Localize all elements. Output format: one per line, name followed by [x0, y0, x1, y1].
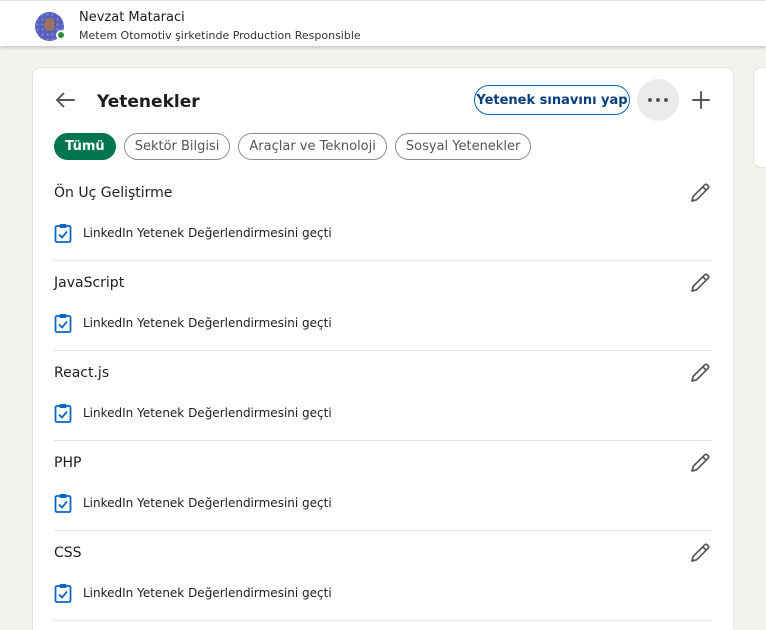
skills-card: Yetenekler Yetenek sınavını yap Tümü Sek… — [32, 67, 734, 630]
assessment-passed-label: LinkedIn Yetenek Değerlendirmesini geçti — [83, 586, 332, 600]
filter-chips: Tümü Sektör Bilgisi Araçlar ve Teknoloji… — [54, 133, 539, 160]
more-options-button[interactable] — [637, 79, 679, 121]
assessment-badge: LinkedIn Yetenek Değerlendirmesini geçti — [54, 583, 332, 603]
ellipsis-icon — [648, 98, 652, 102]
clipboard-check-icon — [54, 584, 72, 603]
assessment-badge: LinkedIn Yetenek Değerlendirmesini geçti — [54, 223, 332, 243]
back-arrow-icon[interactable] — [53, 88, 77, 112]
skill-item: Ön Uç Geliştirme LinkedIn Yetenek Değerl… — [54, 171, 712, 261]
skill-item: React.js LinkedIn Yetenek Değerlendirmes… — [54, 351, 712, 441]
skill-item: PHP LinkedIn Yetenek Değerlendirmesini g… — [54, 441, 712, 531]
user-name[interactable]: Nevzat Mataraci — [79, 10, 185, 25]
skill-item: JavaScript LinkedIn Yetenek Değerlendirm… — [54, 261, 712, 351]
user-headline: Metem Otomotiv şirketinde Production Res… — [79, 29, 361, 42]
skill-name[interactable]: PHP — [54, 455, 81, 471]
filter-chip-industry-knowledge[interactable]: Sektör Bilgisi — [123, 133, 231, 160]
assessment-passed-label: LinkedIn Yetenek Değerlendirmesini geçti — [83, 406, 332, 420]
clipboard-check-icon — [54, 494, 72, 513]
assessment-badge: LinkedIn Yetenek Değerlendirmesini geçti — [54, 493, 332, 513]
assessment-passed-label: LinkedIn Yetenek Değerlendirmesini geçti — [83, 316, 332, 330]
online-status-indicator — [56, 30, 66, 40]
edit-pencil-icon[interactable] — [688, 541, 712, 565]
assessment-passed-label: LinkedIn Yetenek Değerlendirmesini geçti — [83, 496, 332, 510]
avatar-face — [44, 18, 55, 31]
ellipsis-icon — [664, 98, 668, 102]
top-bar: Nevzat Mataraci Metem Otomotiv şirketind… — [0, 0, 766, 46]
filter-chip-interpersonal-skills[interactable]: Sosyal Yetenekler — [394, 133, 532, 160]
edit-pencil-icon[interactable] — [688, 181, 712, 205]
skill-name[interactable]: JavaScript — [54, 275, 124, 291]
assessment-passed-label: LinkedIn Yetenek Değerlendirmesini geçti — [83, 226, 332, 240]
skill-name[interactable]: Ön Uç Geliştirme — [54, 185, 172, 201]
clipboard-check-icon — [54, 224, 72, 243]
skill-name[interactable]: CSS — [54, 545, 82, 561]
skills-list: Ön Uç Geliştirme LinkedIn Yetenek Değerl… — [54, 171, 712, 621]
skill-item: CSS LinkedIn Yetenek Değerlendirmesini g… — [54, 531, 712, 621]
skill-name[interactable]: React.js — [54, 365, 109, 381]
edit-pencil-icon[interactable] — [688, 451, 712, 475]
add-skill-plus-icon[interactable] — [689, 88, 713, 112]
ellipsis-icon — [656, 98, 660, 102]
assessment-badge: LinkedIn Yetenek Değerlendirmesini geçti — [54, 403, 332, 423]
edit-pencil-icon[interactable] — [688, 361, 712, 385]
edit-pencil-icon[interactable] — [688, 271, 712, 295]
clipboard-check-icon — [54, 404, 72, 423]
clipboard-check-icon — [54, 314, 72, 333]
assessment-badge: LinkedIn Yetenek Değerlendirmesini geçti — [54, 313, 332, 333]
page-title: Yetenekler — [97, 92, 200, 112]
filter-chip-tools-technology[interactable]: Araçlar ve Teknoloji — [238, 133, 387, 160]
side-panel-card — [753, 67, 766, 168]
take-skill-assessment-button[interactable]: Yetenek sınavını yap — [474, 85, 630, 115]
filter-chip-all[interactable]: Tümü — [54, 133, 116, 160]
